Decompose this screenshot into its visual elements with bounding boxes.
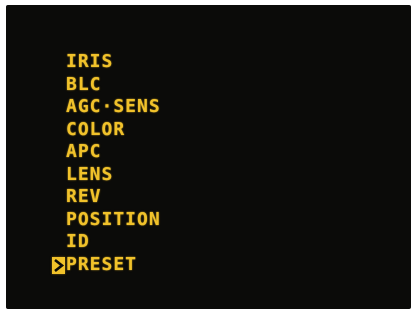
menu-item-label: REV — [66, 186, 102, 207]
menu-item-label: BLC — [66, 73, 102, 95]
menu-item-label: PRESET — [66, 253, 138, 275]
menu-item-agc-sens[interactable]: AGC·SENS — [66, 96, 161, 119]
menu-item-position[interactable]: POSITION — [66, 209, 161, 232]
osd-screen: IRIS BLC AGC·SENS COLOR APC LENS REV POS… — [6, 5, 411, 309]
menu-item-color[interactable]: COLOR — [66, 119, 161, 142]
menu-item-preset[interactable]: PRESET — [52, 253, 161, 277]
menu-item-label: POSITION — [66, 208, 161, 230]
menu-item-rev[interactable]: REV — [66, 186, 161, 209]
menu-item-blc[interactable]: BLC — [66, 74, 161, 97]
menu-item-apc[interactable]: APC — [66, 141, 161, 164]
menu-item-label: COLOR — [66, 118, 126, 140]
menu-item-iris[interactable]: IRIS — [66, 51, 161, 74]
menu-item-label: LENS — [66, 163, 114, 185]
osd-setup-menu: IRIS BLC AGC·SENS COLOR APC LENS REV POS… — [52, 51, 161, 277]
menu-item-label: APC — [66, 141, 102, 162]
arrow-right-icon — [52, 256, 65, 274]
menu-item-label: ID — [66, 231, 90, 252]
menu-item-label: IRIS — [66, 51, 114, 72]
menu-item-label: AGC·SENS — [66, 96, 161, 117]
menu-item-id[interactable]: ID — [66, 231, 161, 254]
menu-item-lens[interactable]: LENS — [66, 164, 161, 187]
